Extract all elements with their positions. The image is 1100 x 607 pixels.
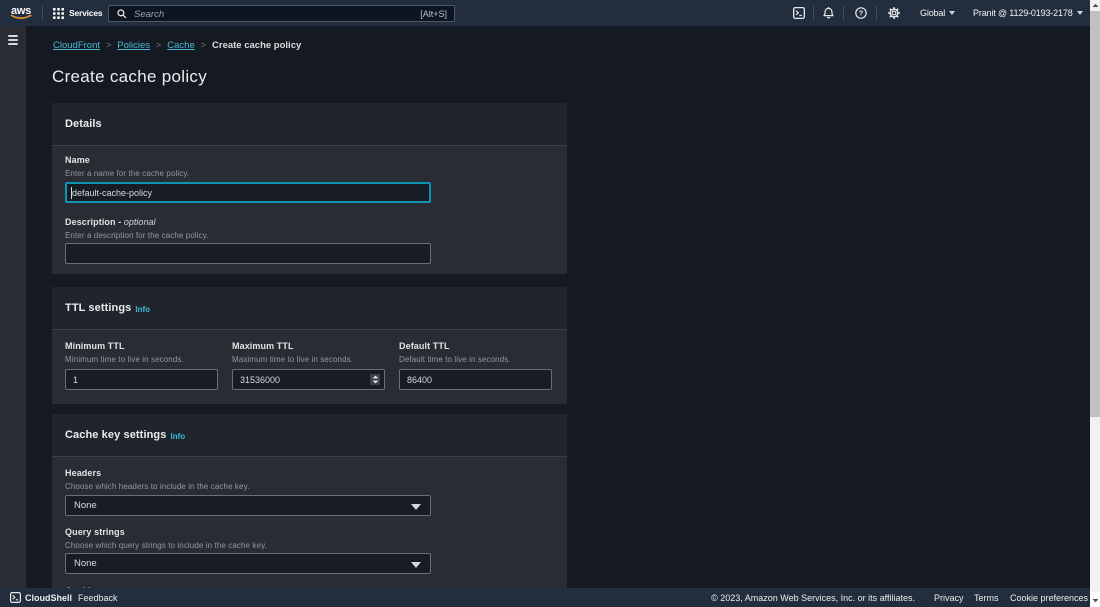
svg-text:?: ? <box>859 9 864 18</box>
